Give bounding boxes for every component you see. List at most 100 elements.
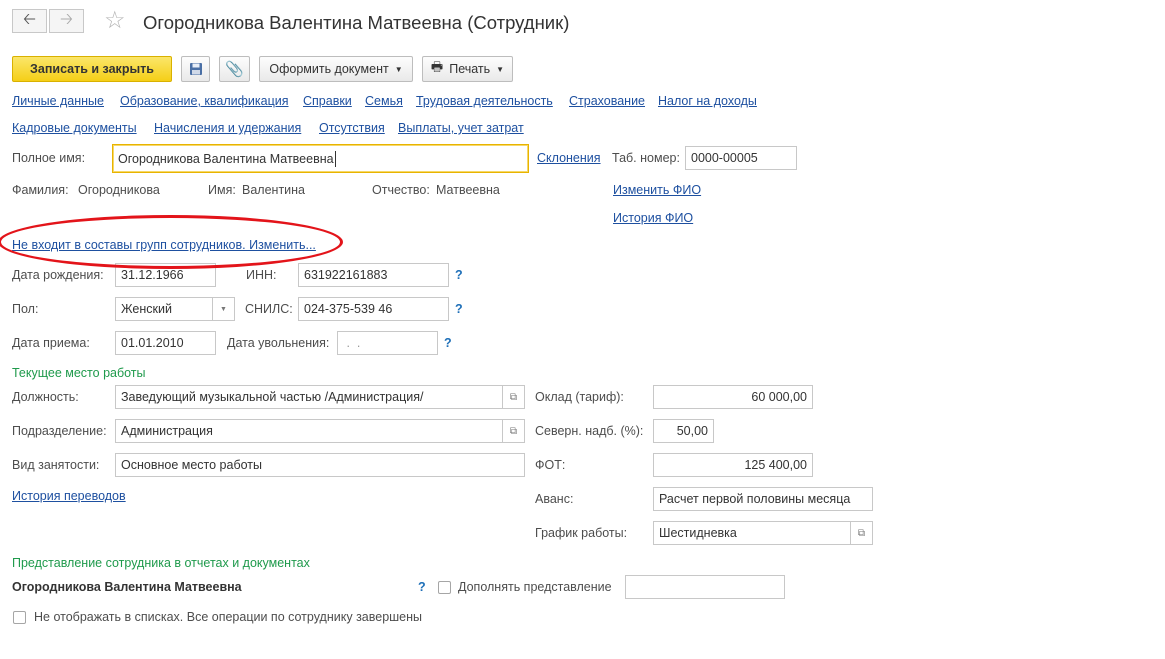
position-label: Должность: [12, 390, 79, 404]
create-document-label: Оформить документ [269, 62, 389, 76]
representation-help-icon[interactable]: ? [418, 580, 426, 594]
tab-number-value: 0000-00005 [691, 151, 758, 165]
workplace-section-title: Текущее место работы [12, 366, 146, 380]
floppy-disk-icon [189, 62, 203, 76]
department-input[interactable]: Администрация ⧉ [115, 419, 525, 443]
hide-in-lists-label: Не отображать в списках. Все операции по… [34, 610, 423, 624]
dismissal-help-icon[interactable]: ? [444, 336, 452, 350]
employment-label: Вид занятости: [12, 458, 100, 472]
supplement-label: Дополнять представление [458, 580, 612, 594]
department-value: Администрация [121, 424, 213, 438]
text-cursor [334, 150, 336, 167]
fot-label: ФОТ: [535, 458, 566, 472]
snils-input[interactable]: 024-375-539 46 [298, 297, 449, 321]
inn-input[interactable]: 631922161883 [298, 263, 449, 287]
attach-button[interactable]: 📎 [219, 56, 250, 82]
transfers-history-link[interactable]: История переводов [12, 489, 126, 503]
employment-input[interactable]: Основное место работы [115, 453, 525, 477]
snils-help-icon[interactable]: ? [455, 302, 463, 316]
surname-value: Огородникова [78, 183, 160, 197]
tab-work-history[interactable]: Трудовая деятельность [416, 94, 553, 108]
dropdown-arrow-icon: ▼ [394, 64, 403, 74]
page-title: Огородникова Валентина Матвеевна (Сотруд… [143, 12, 570, 33]
declensions-link[interactable]: Склонения [537, 151, 601, 165]
print-label: Печать [449, 62, 491, 76]
printer-icon: 🖶 [430, 59, 444, 74]
annotation-ellipse [0, 215, 343, 269]
inn-value: 631922161883 [304, 268, 388, 282]
tab-insurance[interactable]: Страхование [569, 94, 645, 108]
full-name-value: Огородникова Валентина Матвеевна [118, 151, 334, 166]
open-icon[interactable]: ⧉ [502, 420, 524, 442]
representation-name: Огородникова Валентина Матвеевна [12, 580, 242, 594]
tab-number-input[interactable]: 0000-00005 [685, 146, 797, 170]
back-button[interactable]: 🡠 [12, 9, 47, 33]
supplement-input[interactable] [625, 575, 785, 599]
tab-accruals[interactable]: Начисления и удержания [154, 121, 301, 135]
create-document-button[interactable]: Оформить документ ▼ [259, 56, 413, 82]
inn-help-icon[interactable]: ? [455, 268, 463, 282]
dismissal-date-value: . . [343, 336, 361, 350]
surname-label: Фамилия: [12, 183, 69, 197]
birth-date-label: Дата рождения: [12, 268, 104, 282]
tab-certificates[interactable]: Справки [303, 94, 352, 108]
advance-label: Аванс: [535, 492, 574, 506]
salary-input[interactable]: 60 000,00 [653, 385, 813, 409]
forward-button[interactable]: 🡢 [49, 9, 84, 33]
tab-number-label: Таб. номер: [612, 151, 680, 165]
representation-section-title: Представление сотрудника в отчетах и док… [12, 556, 310, 570]
dismissal-date-label: Дата увольнения: [227, 336, 330, 350]
schedule-label: График работы: [535, 526, 628, 540]
open-icon[interactable]: ⧉ [502, 386, 524, 408]
fot-input[interactable]: 125 400,00 [653, 453, 813, 477]
print-button[interactable]: 🖶 Печать ▼ [422, 56, 513, 82]
snils-label: СНИЛС: [245, 302, 293, 316]
north-bonus-value: 50,00 [676, 424, 708, 438]
employment-value: Основное место работы [121, 458, 263, 472]
position-value: Заведующий музыкальной частью /Администр… [121, 390, 424, 404]
tab-absences[interactable]: Отсутствия [319, 121, 385, 135]
advance-input[interactable]: Расчет первой половины месяца [653, 487, 873, 511]
position-input[interactable]: Заведующий музыкальной частью /Администр… [115, 385, 525, 409]
schedule-value: Шестидневка [659, 526, 737, 540]
dismissal-date-input[interactable]: . . [337, 331, 438, 355]
patronymic-value: Матвеевна [436, 183, 500, 197]
north-bonus-input[interactable]: 50,00 [653, 419, 714, 443]
patronymic-label: Отчество: [372, 183, 430, 197]
save-and-close-button[interactable]: Записать и закрыть [12, 56, 172, 82]
fio-history-link[interactable]: История ФИО [613, 211, 693, 225]
hire-date-value: 01.01.2010 [121, 336, 184, 350]
arrow-left-icon: 🡠 [23, 10, 36, 28]
tab-education[interactable]: Образование, квалификация [120, 94, 289, 108]
tab-hr-documents[interactable]: Кадровые документы [12, 121, 137, 135]
gender-label: Пол: [12, 302, 39, 316]
full-name-input[interactable]: Огородникова Валентина Матвеевна [112, 144, 529, 173]
fot-value: 125 400,00 [744, 458, 807, 472]
open-icon[interactable]: ⧉ [850, 522, 872, 544]
save-and-close-label: Записать и закрыть [30, 62, 154, 76]
supplement-checkbox[interactable] [438, 581, 451, 594]
north-bonus-label: Северн. надб. (%): [535, 424, 644, 438]
favorite-star-icon[interactable]: ☆ [104, 9, 126, 33]
tab-family[interactable]: Семья [365, 94, 403, 108]
save-button[interactable] [181, 56, 210, 82]
paperclip-icon: 📎 [225, 61, 244, 78]
tab-income-tax[interactable]: Налог на доходы [658, 94, 757, 108]
change-fio-link[interactable]: Изменить ФИО [613, 183, 701, 197]
tab-personal-data[interactable]: Личные данные [12, 94, 104, 108]
hire-date-input[interactable]: 01.01.2010 [115, 331, 216, 355]
snils-value: 024-375-539 46 [304, 302, 393, 316]
arrow-right-icon: 🡢 [60, 10, 73, 28]
schedule-input[interactable]: Шестидневка ⧉ [653, 521, 873, 545]
hire-date-label: Дата приема: [12, 336, 90, 350]
inn-label: ИНН: [246, 268, 277, 282]
first-name-label: Имя: [208, 183, 236, 197]
chevron-down-icon[interactable]: ▼ [212, 298, 234, 320]
gender-value: Женский [121, 302, 172, 316]
advance-value: Расчет первой половины месяца [659, 492, 851, 506]
hide-in-lists-checkbox[interactable] [13, 611, 26, 624]
tab-payments[interactable]: Выплаты, учет затрат [398, 121, 524, 135]
gender-select[interactable]: Женский ▼ [115, 297, 235, 321]
salary-label: Оклад (тариф): [535, 390, 624, 404]
department-label: Подразделение: [12, 424, 107, 438]
